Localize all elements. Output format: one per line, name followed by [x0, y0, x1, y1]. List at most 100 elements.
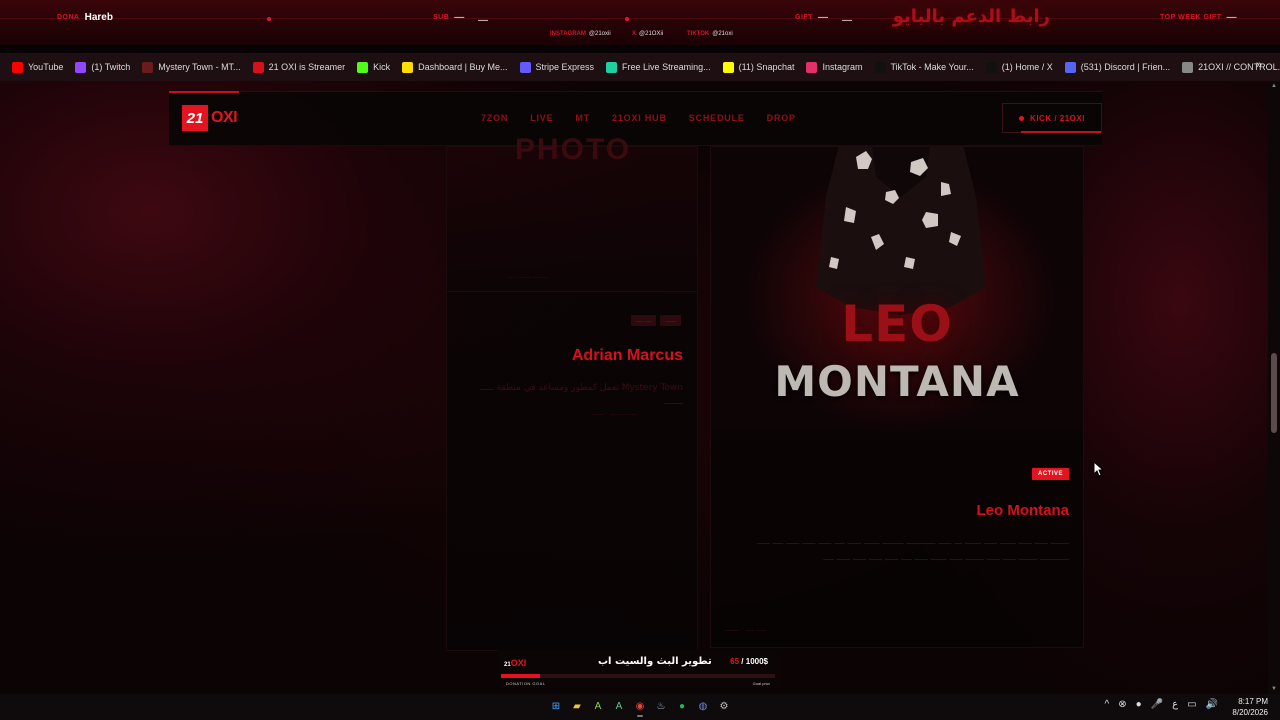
- page-scrollbar[interactable]: ▲ ▼: [1268, 81, 1280, 694]
- card-tag: ــــــ: [660, 315, 681, 326]
- overlay-social-handle: @21oxi: [712, 31, 733, 37]
- poster-title-line-2: MONTANA: [774, 357, 1020, 406]
- overlay-dot: [267, 17, 271, 21]
- donation-goal-widget: 21OXI تطوير البث والسيت اب 65 / 1000$ DO…: [498, 650, 778, 688]
- bookmark-streamer[interactable]: 21 OXI is Streamer: [247, 56, 352, 78]
- donation-amount: 65 / 1000$: [730, 657, 768, 666]
- site-logo[interactable]: 21 OXI: [182, 105, 238, 131]
- stream-overlay-header: DONA Hareb SUB — — GIFT — — رابط الدعم ب…: [0, 0, 1280, 45]
- bookmark-mystery-town[interactable]: Mystery Town - MT...: [136, 56, 246, 78]
- bookmark-x[interactable]: (1) Home / X: [980, 56, 1059, 78]
- bookmark-label: (11) Snapchat: [738, 62, 795, 72]
- overlay-social-platform: TIKTOK: [687, 31, 710, 37]
- taskbar-apps: ⊞ ▰ A A ◉ ♨ ● ◍ ⚙: [548, 698, 732, 717]
- app-a-icon[interactable]: A: [590, 698, 606, 715]
- character-poster-image: LEO MONTANA: [711, 147, 1083, 449]
- show-hidden-icons-icon[interactable]: ^: [1105, 699, 1110, 710]
- steam-icon[interactable]: ♨: [653, 698, 669, 715]
- spotify-icon[interactable]: ●: [674, 698, 690, 715]
- youtube-icon: [12, 61, 23, 73]
- team-card-adrian-marcus[interactable]: PHOTO ـــــــ ــــــ ـــــ ــــ ــــ ـــ…: [446, 133, 698, 651]
- discord-icon: [1064, 61, 1076, 73]
- instagram-icon: [806, 61, 818, 73]
- bookmark-label: Mystery Town - MT...: [158, 62, 241, 72]
- bookmark-buymeacoffee[interactable]: Dashboard | Buy Me...: [396, 56, 513, 78]
- card-tag: ــــ ــــ: [630, 315, 657, 326]
- windows-start-icon[interactable]: ⊞: [548, 698, 564, 715]
- overlay-social-handle: @21oxii: [588, 31, 611, 37]
- scroll-up-arrow-icon[interactable]: ▲: [1271, 83, 1277, 89]
- bookmark-label: (1) Twitch: [91, 62, 131, 72]
- bookmark-stripe[interactable]: Stripe Express: [514, 56, 601, 78]
- card-description: ـــــــ ـــــ ـــــ ــــــ ـــــ ــــــ …: [756, 537, 1069, 563]
- scroll-down-arrow-icon[interactable]: ▼: [1271, 686, 1277, 692]
- microphone-icon[interactable]: 🎤: [1151, 699, 1163, 710]
- donation-current: 65: [730, 657, 740, 666]
- overlay-top-week-gift: TOP WEEK GIFT —: [1160, 12, 1236, 23]
- nav-link-live[interactable]: LIVE: [530, 113, 553, 123]
- spotify-tray-icon[interactable]: ●: [1136, 699, 1142, 710]
- chrome-icon[interactable]: ◉: [632, 698, 648, 717]
- discord-icon[interactable]: ◍: [695, 698, 711, 715]
- kick-icon: [357, 61, 369, 73]
- navbar-accent-line: [169, 91, 239, 93]
- donation-logo-text: OXI: [510, 658, 527, 668]
- bookmark-label: Instagram: [822, 62, 863, 72]
- overlay-divider: [0, 18, 1280, 19]
- stripe-icon: [519, 61, 531, 73]
- card-meta: ـــــــ ـــــ · ــــــ: [591, 410, 637, 417]
- network-icon[interactable]: ▭: [1187, 699, 1196, 710]
- bookmark-twitch[interactable]: (1) Twitch: [69, 56, 136, 78]
- scrollbar-thumb[interactable]: [1271, 353, 1277, 433]
- overlay-dash-2: —: [842, 15, 852, 26]
- bookmark-label: Stripe Express: [535, 62, 595, 72]
- kick-channel-button[interactable]: KICK / 21OXI: [1002, 103, 1102, 133]
- bookmark-kick[interactable]: Kick: [351, 56, 396, 78]
- file-explorer-icon[interactable]: ▰: [569, 698, 585, 715]
- input-language-icon[interactable]: ع: [1172, 699, 1178, 710]
- nav-link-7zon[interactable]: 7ZON: [481, 113, 508, 123]
- donation-logo: 21OXI: [504, 658, 526, 668]
- mouse-cursor-icon: [1093, 461, 1105, 477]
- taskbar-clock[interactable]: 8:17 PM 8/20/2026: [1220, 694, 1268, 718]
- card-photo-placeholder: PHOTO ـــــــ ــــــ ـــــ: [447, 133, 697, 292]
- donation-right-label: Goal prov: [752, 681, 770, 686]
- streamer-icon: [252, 61, 264, 73]
- photo-placeholder-label: PHOTO: [515, 133, 632, 166]
- nav-link-schedule[interactable]: SCHEDULE: [689, 113, 745, 123]
- nav-links: 7ZON LIVE MT 21OXI HUB SCHEDULE DROP: [481, 113, 796, 123]
- nav-link-drop[interactable]: DROP: [767, 113, 796, 123]
- globe-icon: [1182, 61, 1194, 73]
- bookmark-label: Dashboard | Buy Me...: [418, 62, 508, 72]
- card-status-badge: ACTIVE: [1031, 468, 1069, 480]
- bookmark-instagram[interactable]: Instagram: [800, 56, 868, 78]
- overlay-social-platform: X: [632, 31, 637, 37]
- bookmark-discord[interactable]: (531) Discord | Frien...: [1059, 56, 1176, 78]
- tray-app-icon[interactable]: ⊗: [1118, 699, 1126, 710]
- donation-goal-label: DONATION GOAL: [506, 681, 546, 686]
- bookmarks-overflow-icon[interactable]: »: [1256, 59, 1262, 71]
- overlay-social-platform: INSTAGRAM: [550, 31, 586, 37]
- bookmark-snapchat[interactable]: (11) Snapchat: [717, 56, 801, 78]
- overlay-top-week-gift-label: TOP WEEK GIFT: [1160, 14, 1222, 21]
- nav-link-mt[interactable]: MT: [575, 113, 590, 123]
- overlay-dona-value: Hareb: [84, 12, 113, 23]
- donation-goal-title: تطوير البث والسيت اب: [598, 656, 712, 667]
- overlay-support-link-text: رابط الدعم بالبايو: [892, 6, 1050, 27]
- bookmark-tiktok[interactable]: TikTok - Make Your...: [869, 56, 980, 78]
- team-card-leo-montana[interactable]: LEO MONTANA ACTIVE Leo Montana ـــــــ ـ…: [710, 146, 1084, 648]
- bookmark-streaming[interactable]: Free Live Streaming...: [600, 56, 717, 78]
- overlay-top-week-gift-value: —: [1226, 12, 1237, 23]
- card-name: Leo Montana: [976, 502, 1070, 519]
- settings-icon[interactable]: ⚙: [716, 698, 732, 715]
- page-viewport: 21 OXI 7ZON LIVE MT 21OXI HUB SCHEDULE D…: [0, 81, 1280, 694]
- buymeacoffee-icon: [402, 61, 414, 73]
- overlay-social-x: X @21OXii: [632, 31, 663, 37]
- bookmark-globe[interactable]: 21OXI // CONTROL...: [1176, 56, 1280, 78]
- kick-button-underline: [1021, 131, 1101, 133]
- volume-icon[interactable]: 🔊: [1206, 699, 1218, 710]
- app-a2-icon[interactable]: A: [611, 698, 627, 715]
- nav-link-hub[interactable]: 21OXI HUB: [612, 113, 667, 123]
- bookmark-youtube[interactable]: YouTube: [6, 56, 69, 78]
- bookmark-label: Free Live Streaming...: [622, 62, 711, 72]
